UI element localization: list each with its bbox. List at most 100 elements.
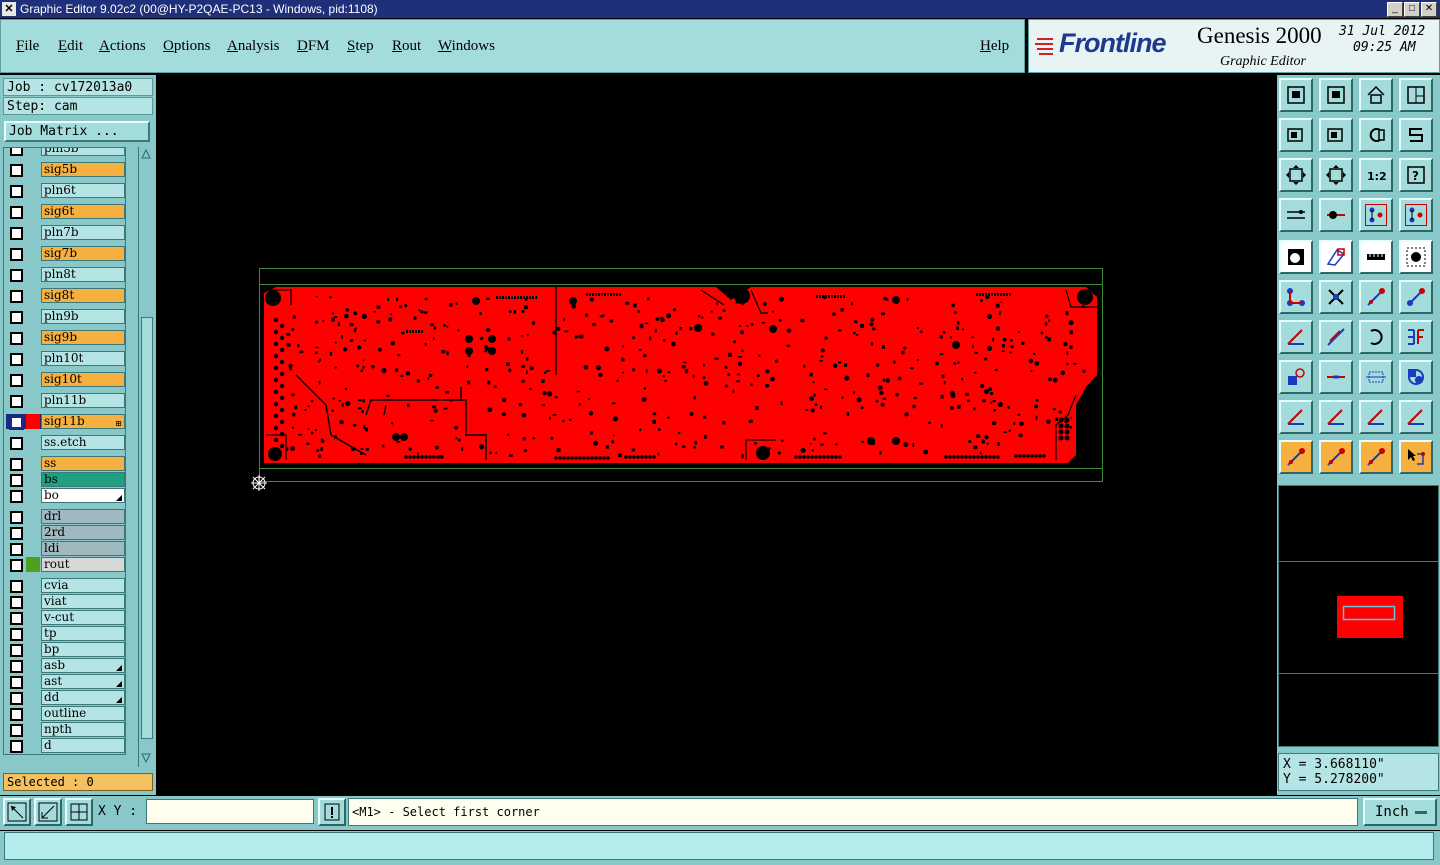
layer-name[interactable]: 2rd <box>41 525 125 540</box>
layer-checkbox[interactable] <box>10 676 23 689</box>
layer-row-dd[interactable]: dd ◢ <box>6 690 125 705</box>
graphic-canvas[interactable] <box>156 75 1276 795</box>
arc-button[interactable] <box>1359 320 1393 354</box>
layer-color-swatch[interactable] <box>26 578 40 593</box>
layer-checkbox[interactable] <box>10 458 23 471</box>
layer-checkbox[interactable] <box>9 415 24 430</box>
layer-color-swatch[interactable] <box>26 509 40 524</box>
pan-right-button[interactable] <box>1319 118 1353 152</box>
layer-row-d[interactable]: d <box>6 738 125 753</box>
layer-row-v-cut[interactable]: v-cut <box>6 610 125 625</box>
layer-row-pln5b[interactable]: pln5b <box>6 148 125 156</box>
layer-color-swatch[interactable] <box>26 330 40 345</box>
layer-checkbox[interactable] <box>10 164 23 177</box>
layer-name[interactable]: sig5b <box>41 162 125 177</box>
layer-name[interactable]: ss.etch <box>41 435 125 450</box>
layer-color-swatch[interactable] <box>26 642 40 657</box>
layer-color-swatch[interactable] <box>26 722 40 737</box>
grid-button[interactable] <box>65 798 93 826</box>
layer-name[interactable]: pln11b <box>41 393 125 408</box>
layer-color-swatch[interactable] <box>26 225 40 240</box>
layer-checkbox[interactable] <box>10 692 23 705</box>
menu-rout[interactable]: Rout <box>392 38 421 55</box>
layer-name[interactable]: viat <box>41 594 125 609</box>
layer-checkbox[interactable] <box>10 490 23 503</box>
layer-checkbox[interactable] <box>10 311 23 324</box>
layer-row-drl[interactable]: drl <box>6 509 125 524</box>
layer-row-outline[interactable]: outline <box>6 706 125 721</box>
layer-checkbox[interactable] <box>10 511 23 524</box>
layer-name[interactable]: d <box>41 738 125 753</box>
layer-name[interactable]: sig10t <box>41 372 125 387</box>
filter-button[interactable] <box>1399 240 1433 274</box>
layer-row-sig5b[interactable]: sig5b <box>6 162 125 177</box>
layer-color-swatch[interactable] <box>26 594 40 609</box>
layer-row-npth[interactable]: npth <box>6 722 125 737</box>
help-button[interactable]: ? <box>1399 158 1433 192</box>
menu-help[interactable]: Help <box>980 38 1009 55</box>
layer-name[interactable]: v-cut <box>41 610 125 625</box>
minimize-button[interactable]: _ <box>1387 2 1403 17</box>
layer-checkbox[interactable] <box>10 644 23 657</box>
layer-name[interactable]: pln5b <box>41 148 125 156</box>
scroll-down-icon[interactable] <box>141 753 151 763</box>
redraw-button[interactable] <box>1399 118 1433 152</box>
measure-button[interactable] <box>34 798 62 826</box>
layer-row-pln10t[interactable]: pln10t <box>6 351 125 366</box>
layer-color-swatch[interactable] <box>26 351 40 366</box>
overview-map[interactable] <box>1279 486 1438 746</box>
layer-color-swatch[interactable] <box>26 472 40 487</box>
layer-checkbox[interactable] <box>10 332 23 345</box>
layer-color-swatch[interactable] <box>26 393 40 408</box>
fit-button[interactable] <box>1279 158 1313 192</box>
zoom-home-button[interactable] <box>1279 78 1313 112</box>
layer-name[interactable]: drl <box>41 509 125 524</box>
layer-checkbox[interactable] <box>10 596 23 609</box>
layer-checkbox[interactable] <box>10 474 23 487</box>
menu-analysis[interactable]: Analysis <box>227 38 280 55</box>
layer-row-ast[interactable]: ast ◢ <box>6 674 125 689</box>
layer-name[interactable]: sig8t <box>41 288 125 303</box>
layer-row-pln7b[interactable]: pln7b <box>6 225 125 240</box>
layer-checkbox[interactable] <box>10 437 23 450</box>
layer-name[interactable]: bo ◢ <box>41 488 125 503</box>
measure-button[interactable] <box>1359 240 1393 274</box>
undo-button[interactable] <box>1359 118 1393 152</box>
layer-name[interactable]: sig9b <box>41 330 125 345</box>
layer-name[interactable]: ss <box>41 456 125 471</box>
pointer-hex-button[interactable] <box>1359 440 1393 474</box>
layer-row-pln9b[interactable]: pln9b <box>6 309 125 324</box>
layer-row-bo[interactable]: bo ◢ <box>6 488 125 503</box>
layer-checkbox[interactable] <box>10 148 23 156</box>
pad-button[interactable] <box>1279 240 1313 274</box>
layer-color-swatch[interactable] <box>26 557 40 572</box>
pointer-box-button[interactable] <box>1319 440 1353 474</box>
layer-checkbox[interactable] <box>10 527 23 540</box>
triangle3-button[interactable] <box>1359 400 1393 434</box>
menu-dfm[interactable]: DFM <box>297 38 330 55</box>
layer-checkbox[interactable] <box>10 227 23 240</box>
layer-name[interactable]: cvia <box>41 578 125 593</box>
units-selector[interactable]: Inch <box>1363 798 1437 826</box>
layer-row-ss.etch[interactable]: ss.etch <box>6 435 125 450</box>
layer-name[interactable]: sig7b <box>41 246 125 261</box>
layer-name[interactable]: outline <box>41 706 125 721</box>
layer-name[interactable]: npth <box>41 722 125 737</box>
layer-checkbox[interactable] <box>10 543 23 556</box>
layer-row-bp[interactable]: bp <box>6 642 125 657</box>
layer-row-pln11b[interactable]: pln11b <box>6 393 125 408</box>
layer-color-swatch[interactable] <box>26 435 40 450</box>
minus-button[interactable] <box>1319 360 1353 394</box>
layer-list-scrollbar[interactable] <box>138 147 153 767</box>
center-button[interactable] <box>1319 158 1353 192</box>
layer-color-swatch[interactable] <box>26 204 40 219</box>
layer-color-swatch[interactable] <box>26 706 40 721</box>
layer-name[interactable]: bp <box>41 642 125 657</box>
select-color-button[interactable] <box>1279 360 1313 394</box>
layer-row-sig7b[interactable]: sig7b <box>6 246 125 261</box>
layer-color-swatch[interactable] <box>26 690 40 705</box>
drc2-button[interactable] <box>1399 198 1433 232</box>
layer-checkbox[interactable] <box>10 395 23 408</box>
pan-left-button[interactable] <box>1279 118 1313 152</box>
point2-button[interactable] <box>1399 280 1433 314</box>
